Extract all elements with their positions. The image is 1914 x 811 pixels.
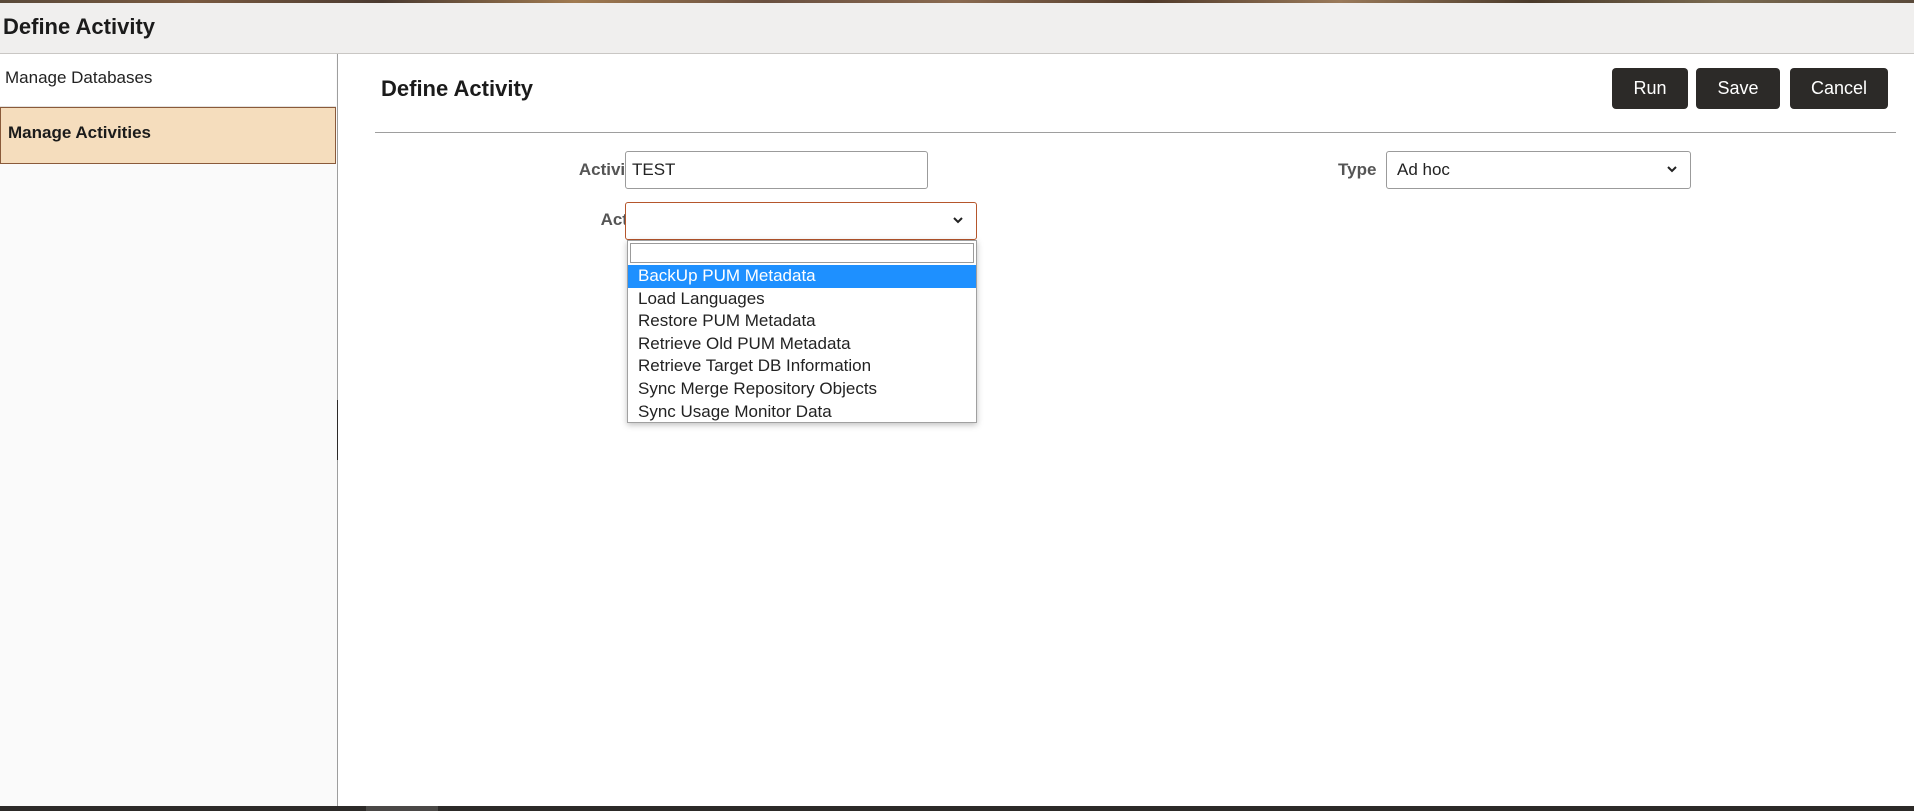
dropdown-options: BackUp PUM Metadata Load Languages Resto…	[628, 265, 976, 423]
main-content: Define Activity Run Save Cancel Activity…	[338, 54, 1914, 806]
dropdown-option[interactable]: Load Languages	[628, 288, 976, 311]
page-title: Define Activity	[381, 76, 534, 101]
type-select-value: Ad hoc	[1397, 160, 1450, 179]
activity-id-input[interactable]	[625, 151, 928, 189]
horizontal-scrollbar[interactable]	[0, 806, 1914, 811]
dropdown-option[interactable]: Sync Merge Repository Objects	[628, 378, 976, 401]
sidebar-item-label: Manage Databases	[5, 68, 153, 87]
activity-select[interactable]	[625, 202, 977, 240]
header-divider	[375, 132, 1896, 133]
type-label: Type	[1338, 160, 1377, 179]
chevron-down-icon	[953, 217, 963, 224]
activity-dropdown-list: BackUp PUM Metadata Load Languages Resto…	[627, 240, 977, 423]
save-button[interactable]: Save	[1696, 68, 1780, 109]
sidebar-item-label: Manage Activities	[8, 123, 151, 142]
scrollbar-thumb[interactable]	[366, 806, 438, 811]
chevron-down-icon	[1667, 166, 1677, 173]
sidebar: Manage Databases Manage Activities	[0, 54, 338, 806]
title-bar: Define Activity	[0, 3, 1914, 54]
dropdown-option[interactable]: Retrieve Old PUM Metadata	[628, 333, 976, 356]
dropdown-option[interactable]: Retrieve Target DB Information	[628, 355, 976, 378]
run-button[interactable]: Run	[1612, 68, 1688, 109]
dropdown-search-input[interactable]	[630, 243, 974, 263]
window-title: Define Activity	[3, 14, 156, 39]
dropdown-option[interactable]: BackUp PUM Metadata	[628, 265, 976, 288]
cancel-button[interactable]: Cancel	[1790, 68, 1888, 109]
type-select[interactable]: Ad hoc	[1386, 151, 1691, 189]
sidebar-item-manage-activities[interactable]: Manage Activities	[0, 107, 336, 164]
dropdown-option[interactable]: Sync Usage Monitor Data	[628, 401, 976, 424]
sidebar-item-manage-databases[interactable]: Manage Databases	[0, 54, 336, 107]
dropdown-option[interactable]: Restore PUM Metadata	[628, 310, 976, 333]
